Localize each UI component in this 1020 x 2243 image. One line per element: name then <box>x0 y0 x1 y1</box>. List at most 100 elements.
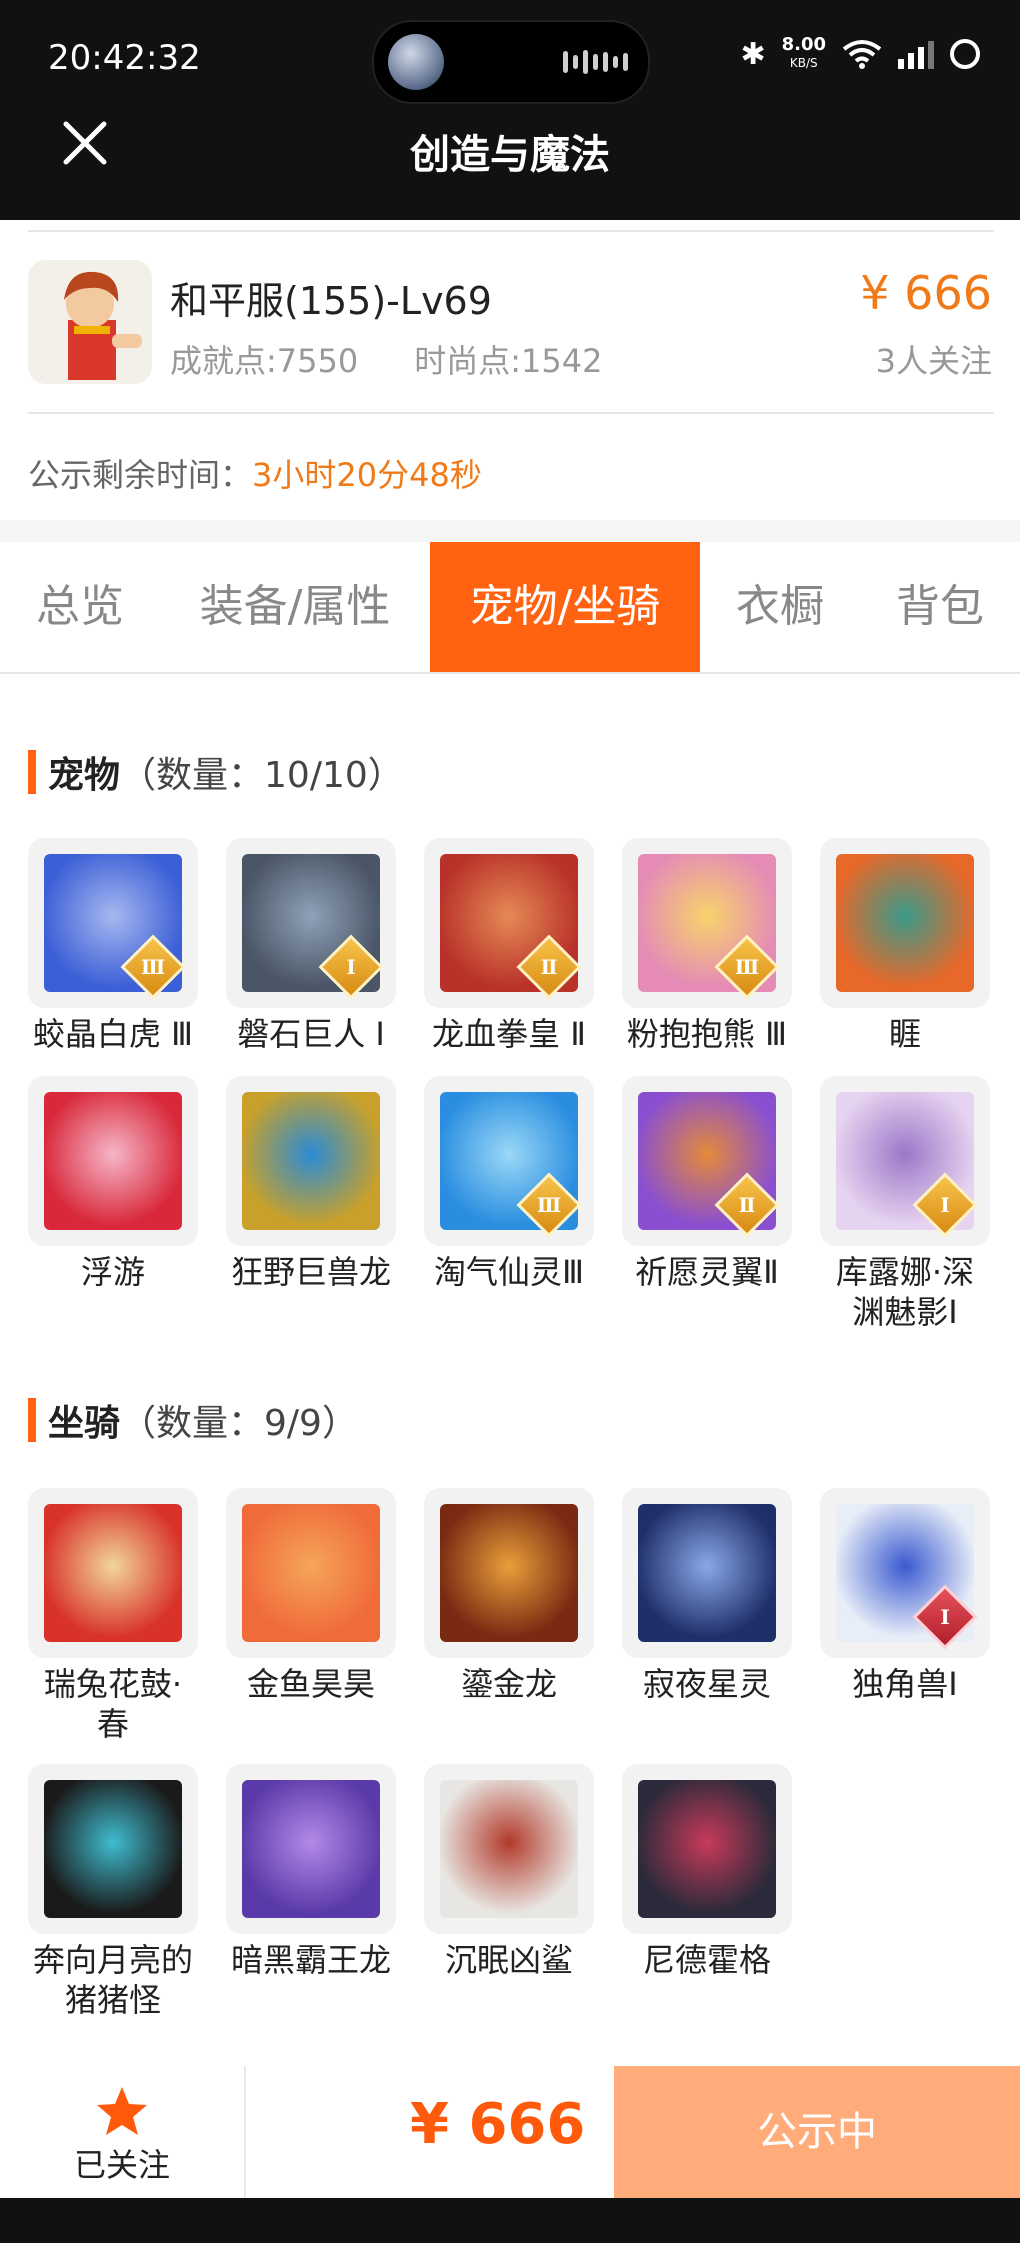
section-marker <box>28 1398 36 1442</box>
item-image <box>44 1780 182 1918</box>
item-thumbnail: Ⅰ <box>226 838 396 1008</box>
follow-button[interactable]: 已关注 <box>0 2066 246 2198</box>
tab-equipment[interactable]: 装备/属性 <box>180 542 410 672</box>
item-thumbnail: Ⅲ <box>424 1076 594 1246</box>
item-thumbnail <box>424 1488 594 1658</box>
divider <box>28 412 994 414</box>
item-thumbnail <box>226 1764 396 1934</box>
item-name: 睚 <box>888 1015 921 1053</box>
item-thumbnail: Ⅱ <box>622 1076 792 1246</box>
section-count: （数量：9/9） <box>120 1403 358 1444</box>
item-image <box>836 854 974 992</box>
pet-item[interactable]: Ⅱ 龙血拳皇 Ⅱ <box>424 838 594 1054</box>
item-thumbnail: Ⅲ <box>28 838 198 1008</box>
system-navigation-bar <box>0 2198 1020 2243</box>
mount-item[interactable]: 寂夜星灵 <box>622 1488 792 1704</box>
tab-backpack[interactable]: 背包 <box>880 542 1000 672</box>
item-thumbnail <box>226 1488 396 1658</box>
item-thumbnail: Ⅱ <box>424 838 594 1008</box>
item-image <box>440 1504 578 1642</box>
item-name: 磐石巨人 Ⅰ <box>237 1015 385 1053</box>
mount-item[interactable]: Ⅰ 独角兽Ⅰ <box>820 1488 990 1704</box>
mount-item[interactable]: 尼德霍格 <box>622 1764 792 1980</box>
tier-badge-label: Ⅲ <box>140 955 166 979</box>
tab-wardrobe[interactable]: 衣橱 <box>720 542 840 672</box>
section-title: 坐骑 <box>48 1403 121 1444</box>
mount-item[interactable]: 瑞兔花鼓·春 <box>28 1488 198 1744</box>
item-name: 蛟晶白虎 Ⅲ <box>32 1015 194 1053</box>
item-name: 粉抱抱熊 Ⅲ <box>626 1015 788 1053</box>
tier-badge-label: Ⅲ <box>734 955 760 979</box>
item-thumbnail: Ⅰ <box>820 1488 990 1658</box>
item-name: 寂夜星灵 <box>642 1665 771 1703</box>
item-thumbnail <box>622 1764 792 1934</box>
tier-badge-label: Ⅱ <box>540 955 558 979</box>
mount-item[interactable]: 鎏金龙 <box>424 1488 594 1704</box>
status-time: 20:42:32 <box>48 38 201 78</box>
item-image <box>638 1780 776 1918</box>
wifi-icon <box>842 40 882 69</box>
pet-item[interactable]: 睚 <box>820 838 990 1054</box>
item-name: 祈愿灵翼Ⅱ <box>635 1253 779 1291</box>
section-count: （数量：10/10） <box>120 755 404 796</box>
item-name: 龙血拳皇 Ⅱ <box>432 1015 586 1053</box>
pets-section-header: 宠物 （数量：10/10） <box>28 746 404 798</box>
mount-item[interactable]: 暗黑霸王龙 <box>226 1764 396 1980</box>
item-image <box>44 1092 182 1230</box>
star-icon <box>97 2087 147 2135</box>
item-image <box>638 1504 776 1642</box>
follower-count: 3人关注 <box>875 342 992 380</box>
item-thumbnail <box>424 1764 594 1934</box>
tier-badge-label: Ⅰ <box>940 1193 950 1217</box>
item-thumbnail <box>28 1764 198 1934</box>
fashion-points: 时尚点:1542 <box>414 342 603 380</box>
publicity-status-button[interactable]: 公示中 <box>614 2066 1020 2198</box>
item-name: 淘气仙灵Ⅲ <box>433 1253 585 1291</box>
item-thumbnail <box>28 1488 198 1658</box>
pet-item[interactable]: Ⅲ 粉抱抱熊 Ⅲ <box>622 838 792 1054</box>
item-image <box>44 1504 182 1642</box>
audio-wave-icon <box>563 48 628 76</box>
pet-item[interactable]: 浮游 <box>28 1076 198 1292</box>
item-image <box>242 1092 380 1230</box>
section-marker <box>28 750 36 794</box>
tab-pets-mounts[interactable]: 宠物/坐骑 <box>430 542 700 672</box>
achievement-points: 成就点:7550 <box>170 342 359 380</box>
character-avatar <box>28 260 152 384</box>
pet-item[interactable]: Ⅰ 磐石巨人 Ⅰ <box>226 838 396 1054</box>
tab-overview[interactable]: 总览 <box>0 542 160 672</box>
pet-item[interactable]: Ⅲ 淘气仙灵Ⅲ <box>424 1076 594 1292</box>
tab-bar: 总览 装备/属性 宠物/坐骑 衣橱 背包 <box>0 542 1020 674</box>
item-thumbnail: Ⅲ <box>622 838 792 1008</box>
publicity-countdown: 公示剩余时间：3小时20分48秒 <box>28 450 482 496</box>
mount-item[interactable]: 奔向月亮的猪猪怪 <box>28 1764 198 2020</box>
battery-icon <box>950 39 980 69</box>
bottom-price: ¥ 666 <box>410 2092 586 2157</box>
page-title: 创造与魔法 <box>410 132 610 178</box>
pet-item[interactable]: Ⅱ 祈愿灵翼Ⅱ <box>622 1076 792 1292</box>
item-name: 浮游 <box>80 1253 145 1291</box>
follow-label: 已关注 <box>73 2146 170 2184</box>
listing-price: ¥ 666 <box>860 266 992 320</box>
item-name: 库露娜·深渊魅影Ⅰ <box>835 1253 975 1331</box>
tier-badge-label: Ⅰ <box>346 955 356 979</box>
item-name: 独角兽Ⅰ <box>852 1665 958 1703</box>
item-name: 暗黑霸王龙 <box>230 1941 391 1979</box>
item-name: 沉眠凶鲨 <box>444 1941 573 1979</box>
speed-value: 8.00 <box>781 34 826 55</box>
character-name: 和平服(155)-Lv69 <box>170 279 492 323</box>
top-bar: 20:42:32 ✱ 8.00 KB/S 创造与魔法 <box>0 0 1020 220</box>
network-speed: 8.00 KB/S <box>782 36 826 72</box>
pet-item[interactable]: 狂野巨兽龙 <box>226 1076 396 1292</box>
item-name: 金鱼昊昊 <box>246 1665 375 1703</box>
mount-item[interactable]: 沉眠凶鲨 <box>424 1764 594 1980</box>
item-name: 狂野巨兽龙 <box>230 1253 391 1291</box>
pet-item[interactable]: Ⅲ 蛟晶白虎 Ⅲ <box>28 838 198 1054</box>
dynamic-island <box>372 20 650 104</box>
item-name: 奔向月亮的猪猪怪 <box>32 1941 193 2019</box>
tier-badge-label: Ⅲ <box>536 1193 562 1217</box>
mount-item[interactable]: 金鱼昊昊 <box>226 1488 396 1704</box>
pet-item[interactable]: Ⅰ 库露娜·深渊魅影Ⅰ <box>820 1076 990 1332</box>
tier-badge-label: Ⅰ <box>940 1605 950 1629</box>
bluetooth-icon: ✱ <box>740 36 766 72</box>
